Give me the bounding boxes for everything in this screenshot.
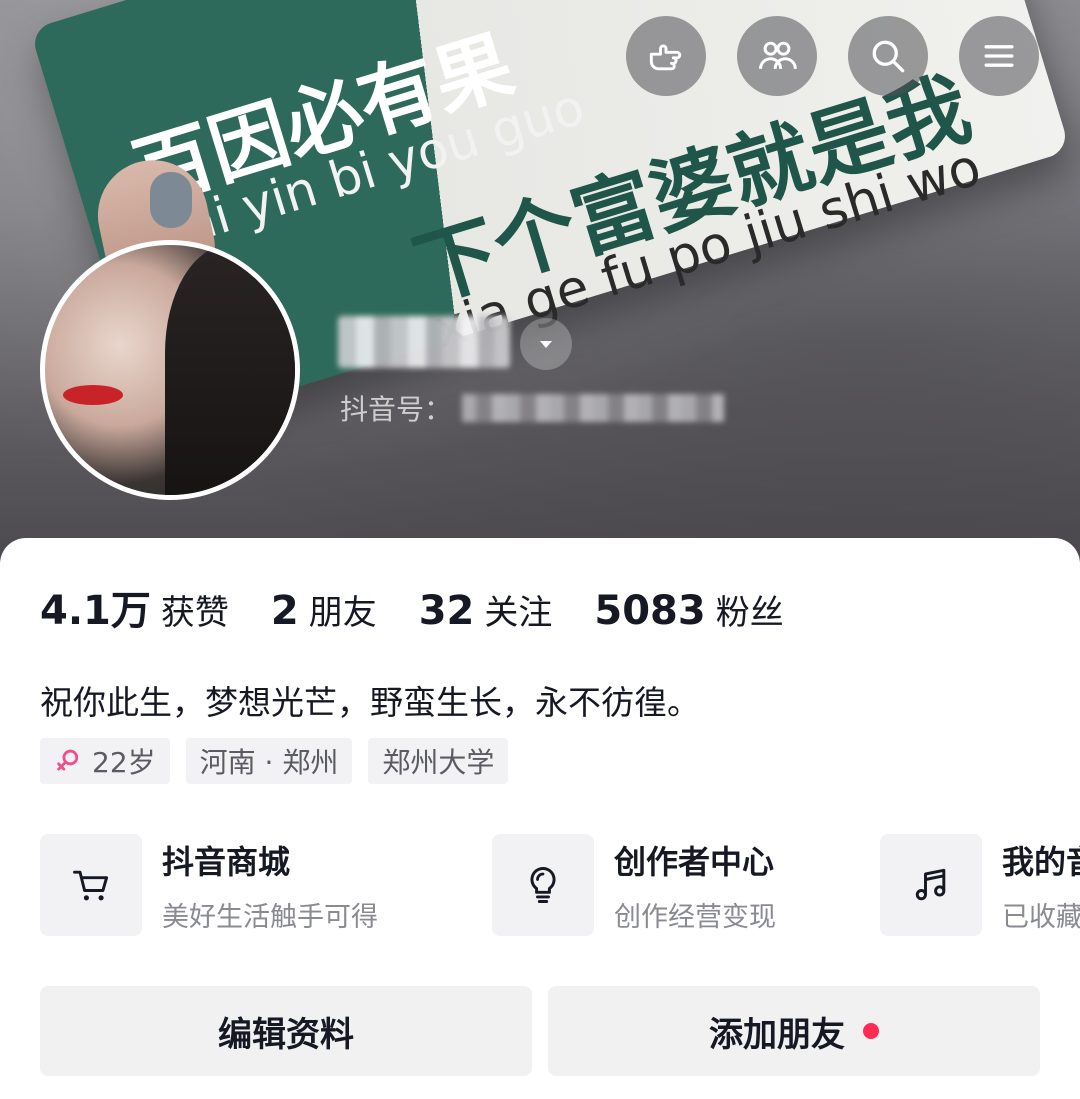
service-subtitle: 创作经营变现 xyxy=(614,901,776,933)
service-title: 抖音商城 xyxy=(162,842,291,881)
nickname-blurred[interactable] xyxy=(338,316,510,368)
search-icon xyxy=(872,40,905,73)
stat-friends[interactable]: 2 朋友 xyxy=(271,585,377,634)
stat-label: 朋友 xyxy=(308,593,377,633)
hand-pointer-icon xyxy=(649,44,682,71)
stat-label: 关注 xyxy=(484,593,553,633)
cart-icon xyxy=(73,870,109,901)
avatar-hair xyxy=(165,245,295,495)
search-button[interactable] xyxy=(848,16,928,96)
notification-dot xyxy=(863,1023,879,1039)
action-buttons: 编辑资料 添加朋友 xyxy=(40,986,1040,1076)
service-text: 我的音乐 已收藏 xyxy=(1002,837,1080,934)
banner-fingernail xyxy=(150,172,192,228)
profile-tags: 22岁 河南 · 郑州 郑州大学 xyxy=(40,738,524,784)
avatar-lips xyxy=(63,385,123,405)
bio-text[interactable]: 祝你此生，梦想光芒，野蛮生长，永不彷徨。 xyxy=(40,676,700,724)
age-tag: 22岁 xyxy=(40,738,170,784)
service-creator-center[interactable]: 创作者中心 创作经营变现 xyxy=(492,834,776,936)
menu-icon xyxy=(984,45,1014,67)
female-icon xyxy=(57,749,79,771)
stat-value: 4.1万 xyxy=(40,588,151,634)
location-tag: 河南 · 郑州 xyxy=(185,738,353,784)
service-icon-box xyxy=(880,834,982,936)
profile-banner[interactable]: 百因必有果 bai yin bi you guo 下个富婆就是我 xia ge … xyxy=(0,0,1080,580)
service-subtitle: 美好生活触手可得 xyxy=(162,901,378,933)
service-icon-box xyxy=(492,834,594,936)
edit-profile-label: 编辑资料 xyxy=(218,1014,354,1055)
edit-profile-button[interactable]: 编辑资料 xyxy=(40,986,532,1076)
stat-likes[interactable]: 4.1万 获赞 xyxy=(40,578,229,636)
age-text: 22岁 xyxy=(92,746,156,779)
douyin-id[interactable]: 抖音号： xyxy=(340,388,725,428)
friends-button[interactable] xyxy=(737,16,817,96)
service-icon-box xyxy=(40,834,142,936)
douyin-id-label: 抖音号： xyxy=(340,393,453,426)
profile-card: 4.1万 获赞 2 朋友 32 关注 5083 粉丝 祝你此生，梦想光芒，野蛮生… xyxy=(0,538,1080,1099)
stat-label: 获赞 xyxy=(160,593,229,633)
service-douyin-mall[interactable]: 抖音商城 美好生活触手可得 xyxy=(40,834,378,936)
service-subtitle: 已收藏 xyxy=(1002,901,1080,933)
stat-followers[interactable]: 5083 粉丝 xyxy=(594,585,783,634)
hand-pointer-button[interactable] xyxy=(626,16,706,96)
service-title: 创作者中心 xyxy=(614,842,775,881)
stats-row: 4.1万 获赞 2 朋友 32 关注 5083 粉丝 xyxy=(40,578,826,636)
chevron-down-icon xyxy=(540,341,552,348)
stat-following[interactable]: 32 关注 xyxy=(419,585,553,634)
service-title: 我的音乐 xyxy=(1002,842,1080,881)
friends-icon xyxy=(759,41,797,69)
stat-value: 5083 xyxy=(594,588,706,634)
stat-value: 2 xyxy=(270,588,299,634)
music-note-icon xyxy=(915,868,946,901)
avatar[interactable] xyxy=(40,240,300,500)
add-friend-button[interactable]: 添加朋友 xyxy=(548,986,1040,1076)
stat-label: 粉丝 xyxy=(715,593,784,633)
services-row: 抖音商城 美好生活触手可得 创作者中心 创作经营变现 我的 已收藏 xyxy=(40,834,1080,938)
add-friend-label: 添加朋友 xyxy=(709,1014,845,1055)
service-text: 抖音商城 美好生活触手可得 xyxy=(162,837,378,934)
school-tag[interactable]: 郑州大学 xyxy=(368,738,509,784)
service-text: 创作者中心 创作经营变现 xyxy=(614,837,776,934)
account-switch-button[interactable] xyxy=(520,318,572,370)
menu-button[interactable] xyxy=(959,16,1039,96)
stat-value: 32 xyxy=(418,588,475,634)
lightbulb-icon xyxy=(530,867,556,903)
douyin-id-value-blurred xyxy=(462,394,725,422)
service-my-music[interactable]: 我的音乐 已收藏 xyxy=(880,834,1080,936)
